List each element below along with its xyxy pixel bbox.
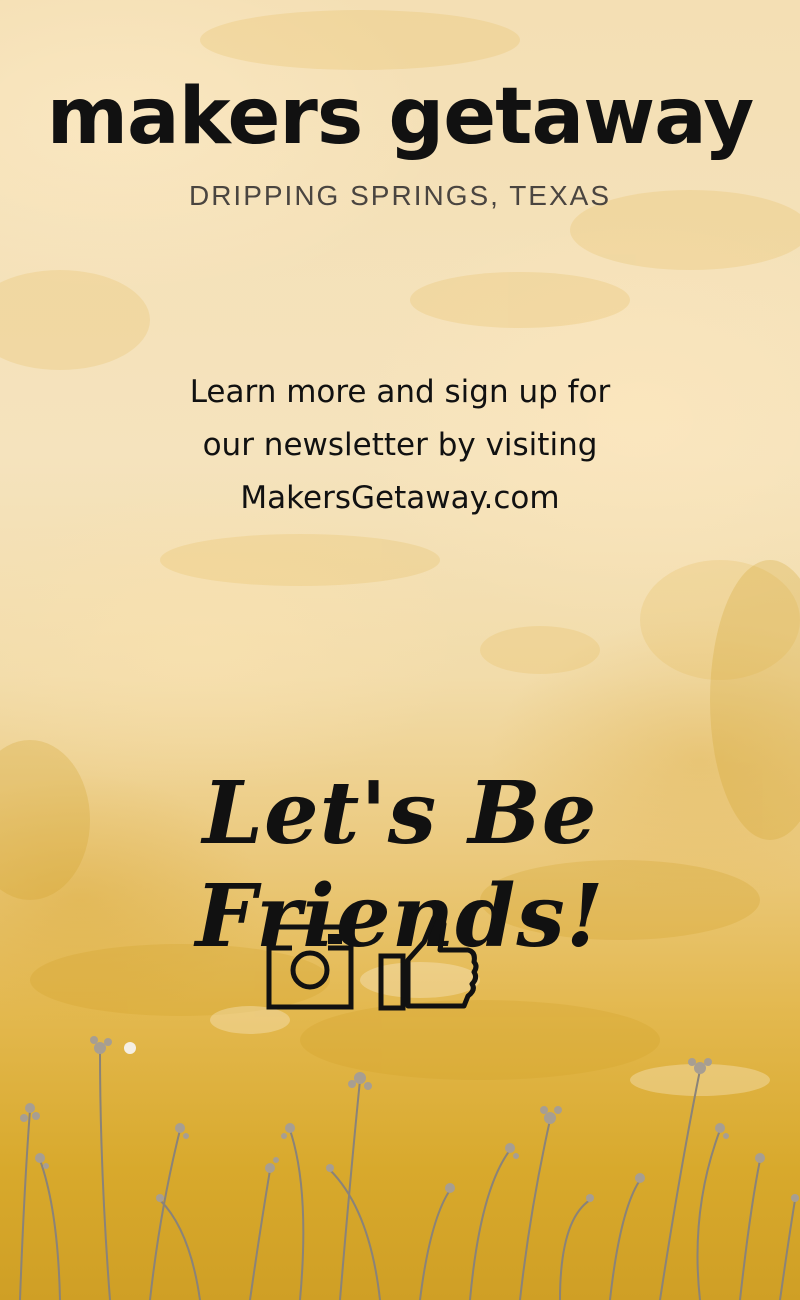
website-link[interactable]: MakersGetaway.com <box>100 472 700 525</box>
location-subtitle: DRIPPING SPRINGS, TEXAS <box>188 180 612 211</box>
poster: makers getaway DRIPPING SPRINGS, TEXAS L… <box>0 0 800 1300</box>
brand-title: makers getaway <box>46 72 754 162</box>
thumbs-up-icon[interactable] <box>378 912 480 1012</box>
newsletter-info: Learn more and sign up for our newslette… <box>100 366 700 525</box>
info-line-1: Learn more and sign up for <box>189 374 611 410</box>
dried-flowers-illustration <box>19 1036 799 1300</box>
info-line-2: our newsletter by visiting <box>202 427 598 463</box>
instagram-icon[interactable] <box>266 924 354 1010</box>
